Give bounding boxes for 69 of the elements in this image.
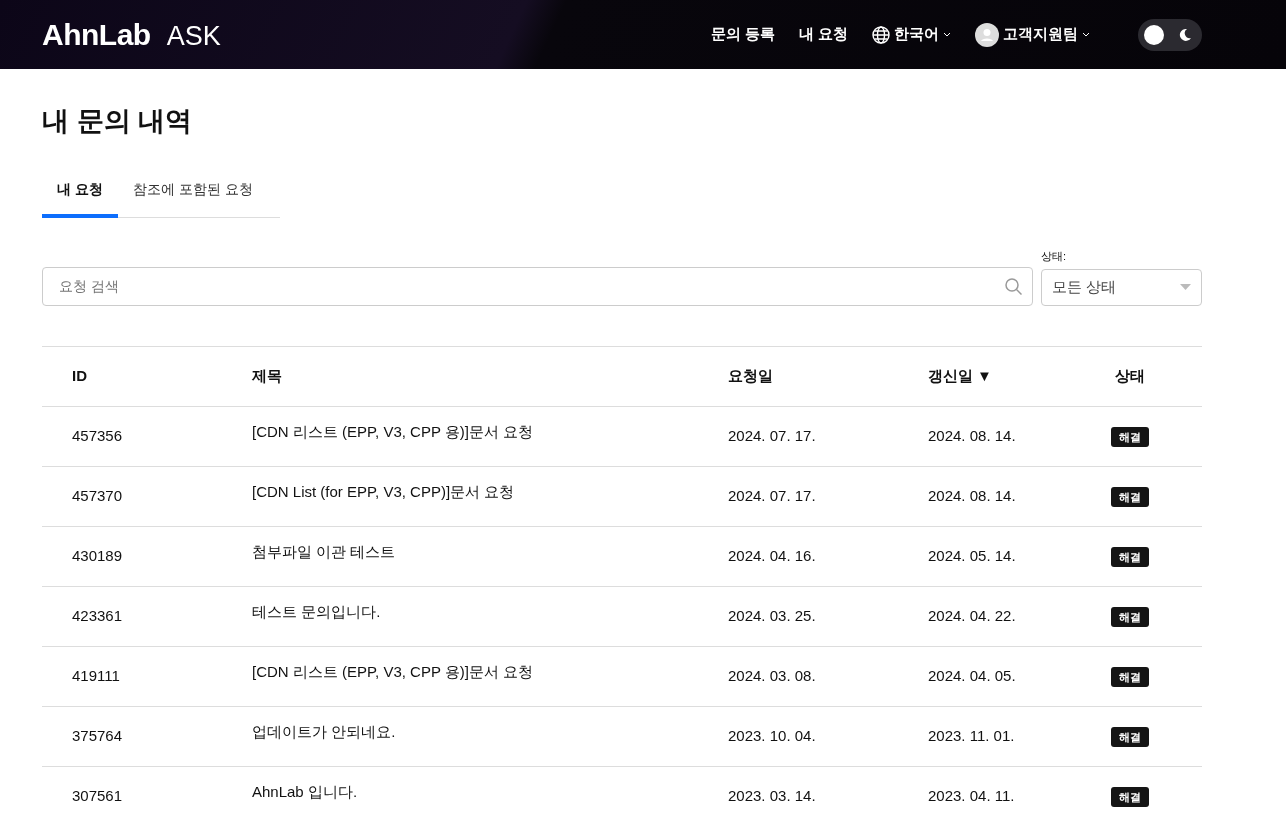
id-cell-text: 419111: [71, 666, 121, 687]
id-cell-text: 375764: [71, 726, 124, 747]
table-row[interactable]: 419111 [CDN 리스트 (EPP, V3, CPP 용)]문서 요청 2024. 03. 08. 2024. 04. 05. 해결: [42, 646, 1202, 707]
nav-link[interactable]: 내 요청: [798, 23, 848, 46]
date-cell-text: 2024. 04. 22.: [927, 606, 1017, 627]
column-header[interactable]: ID: [42, 365, 222, 388]
avatar-icon: [975, 22, 999, 47]
table-row[interactable]: 423361 테스트 문의입니다. 2024. 03. 25. 2024. 04. 22. 해결: [42, 586, 1202, 647]
date-cell-text: 2024. 08. 14.: [927, 486, 1017, 507]
date-cell-text: 2023. 03. 14.: [727, 786, 817, 807]
date-cell-text: 2024. 08. 14.: [927, 426, 1017, 447]
column-header[interactable]: 요청일: [698, 365, 898, 388]
date-cell-text: 2023. 04. 11.: [927, 786, 1016, 807]
user-menu[interactable]: 고객지원팀: [975, 22, 1090, 47]
table-row[interactable]: 457356 [CDN 리스트 (EPP, V3, CPP 용)]문서 요청 2024. 07. 17. 2024. 08. 14. 해결: [42, 406, 1202, 467]
chevron-icon: [1082, 32, 1090, 37]
date-cell-text: 2024. 04. 16.: [727, 546, 817, 567]
date-cell-text: 2024. 05. 14.: [927, 546, 1017, 567]
status-badge: 해결: [1111, 607, 1149, 628]
page-title: 내 문의 내역: [42, 105, 193, 138]
moon-icon: [1178, 27, 1192, 42]
tab[interactable]: 참조에 포함된 요청: [117, 169, 268, 219]
chevron-icon: [943, 32, 951, 37]
title-link[interactable]: 첨부파일 이관 테스트: [222, 526, 698, 564]
date-cell-text: 2024. 03. 08.: [727, 666, 817, 687]
toggle-knob: [1144, 24, 1164, 45]
table-row[interactable]: 457370 [CDN List (for EPP, V3, CPP)]문서 요청 2024. 07. 17. 2024. 08. 14. 해결: [42, 466, 1202, 527]
title-link[interactable]: AhnLab 입니다.: [222, 766, 698, 804]
title-link[interactable]: [CDN 리스트 (EPP, V3, CPP 용)]문서 요청: [222, 646, 698, 684]
id-cell-text: 430189: [71, 546, 124, 567]
product-name: ASK: [166, 20, 221, 53]
status-badge: 해결: [1111, 787, 1149, 808]
language-menu[interactable]: 한국어: [872, 23, 951, 46]
date-cell-text: 2024. 04. 05.: [927, 666, 1017, 687]
caret-icon: [1180, 284, 1191, 291]
id-cell-text: 307561: [71, 786, 124, 807]
status-badge: 해결: [1111, 667, 1149, 688]
title-link[interactable]: 업데이트가 안되네요.: [222, 706, 698, 744]
table-row[interactable]: 307561 AhnLab 입니다. 2023. 03. 14. 2023. 04. 11. 해결: [42, 766, 1202, 814]
id-cell-text: 423361: [71, 606, 124, 627]
table-row[interactable]: 430189 첨부파일 이관 테스트 2024. 04. 16. 2024. 05. 14. 해결: [42, 526, 1202, 587]
title-link[interactable]: [CDN 리스트 (EPP, V3, CPP 용)]문서 요청: [222, 406, 698, 444]
column-header[interactable]: 갱신일: [928, 365, 973, 388]
status-badge: 해결: [1111, 547, 1149, 568]
logo[interactable]: AhnLab: [42, 12, 151, 57]
date-cell-text: 2024. 07. 17.: [727, 486, 817, 507]
column-header[interactable]: 상태: [1098, 365, 1202, 388]
table-row[interactable]: 375764 업데이트가 안되네요. 2023. 10. 04. 2023. 11. 01. 해결: [42, 706, 1202, 767]
date-cell-text: 2024. 03. 25.: [727, 606, 817, 627]
search-field[interactable]: 요청 검색: [42, 266, 1033, 306]
globe-icon: [872, 25, 890, 44]
filter-label: 상태:: [1041, 249, 1068, 265]
title-link[interactable]: [CDN List (for EPP, V3, CPP)]문서 요청: [222, 466, 698, 504]
date-cell-text: 2023. 11. 01.: [927, 726, 1016, 747]
column-header[interactable]: 제목: [222, 365, 698, 388]
theme-toggle[interactable]: [1138, 18, 1202, 51]
status-dropdown[interactable]: 모든 상태: [1041, 268, 1202, 306]
sort-indicator[interactable]: ▼: [977, 365, 992, 388]
title-link[interactable]: 테스트 문의입니다.: [222, 586, 698, 624]
status-badge: 해결: [1111, 487, 1149, 508]
search-icon[interactable]: [1005, 277, 1022, 295]
status-badge: 해결: [1111, 727, 1149, 748]
date-cell-text: 2024. 07. 17.: [727, 426, 817, 447]
date-cell-text: 2023. 10. 04.: [727, 726, 817, 747]
id-cell-text: 457356: [71, 426, 124, 447]
status-badge: 해결: [1111, 427, 1149, 448]
id-cell-text: 457370: [71, 486, 124, 507]
tab[interactable]: 내 요청: [42, 169, 118, 219]
nav-link[interactable]: 문의 등록: [710, 23, 775, 46]
